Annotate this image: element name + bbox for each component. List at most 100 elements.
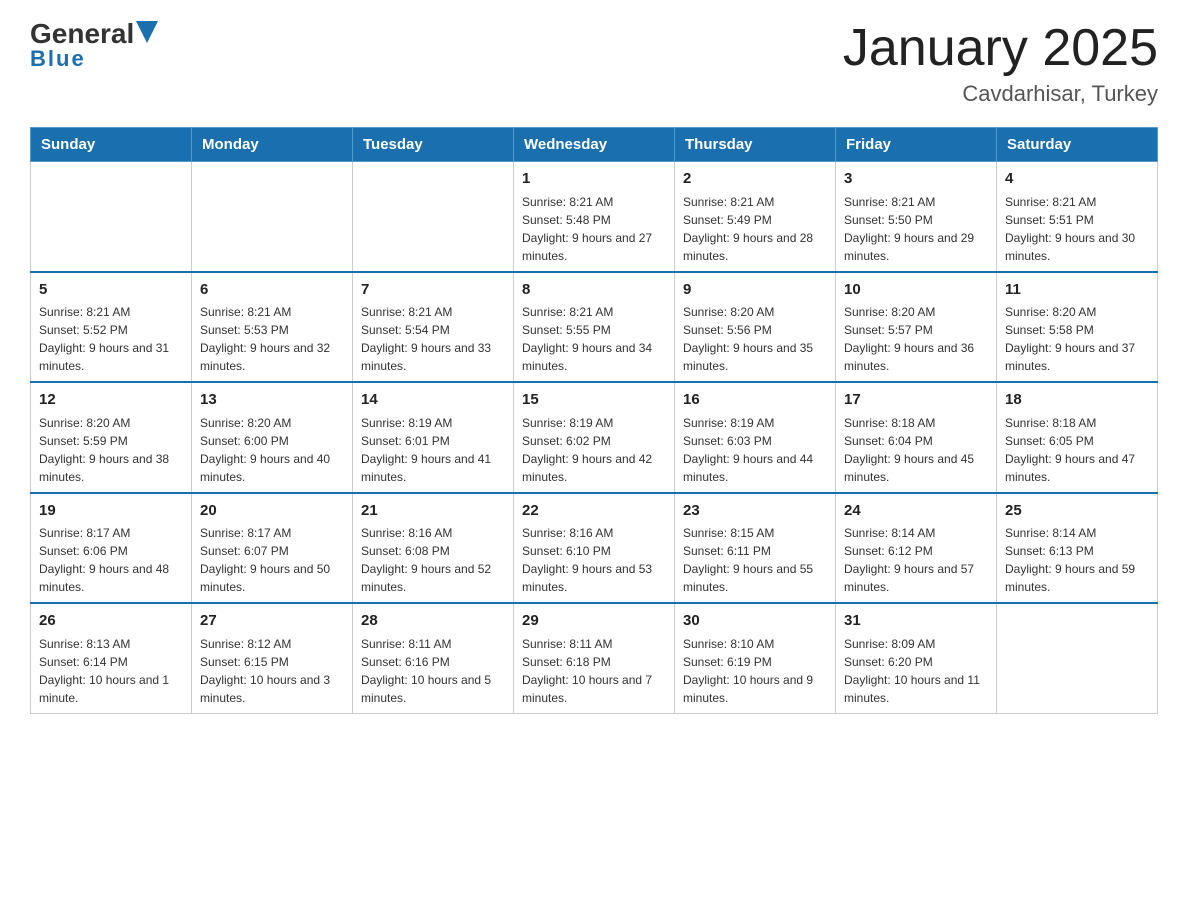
- day-info-line: Sunset: 6:14 PM: [39, 653, 183, 671]
- calendar-day-cell: 18Sunrise: 8:18 AMSunset: 6:05 PMDayligh…: [997, 382, 1158, 493]
- day-info-line: Daylight: 9 hours and 52 minutes.: [361, 560, 505, 596]
- page-title: January 2025: [843, 20, 1158, 77]
- day-info-line: Daylight: 9 hours and 41 minutes.: [361, 450, 505, 486]
- day-number: 17: [844, 389, 988, 412]
- day-info-line: Daylight: 9 hours and 38 minutes.: [39, 450, 183, 486]
- calendar-day-cell: 23Sunrise: 8:15 AMSunset: 6:11 PMDayligh…: [675, 493, 836, 604]
- day-number: 19: [39, 500, 183, 523]
- day-number: 8: [522, 279, 666, 302]
- day-info-line: Sunset: 6:05 PM: [1005, 432, 1149, 450]
- calendar-day-cell: 26Sunrise: 8:13 AMSunset: 6:14 PMDayligh…: [31, 603, 192, 713]
- day-info-line: Daylight: 10 hours and 11 minutes.: [844, 671, 988, 707]
- day-number: 5: [39, 279, 183, 302]
- calendar-col-header: Sunday: [31, 128, 192, 162]
- day-info-line: Sunrise: 8:11 AM: [522, 635, 666, 653]
- logo-general-text: General: [30, 20, 134, 48]
- day-info-line: Sunset: 6:03 PM: [683, 432, 827, 450]
- day-info-line: Daylight: 9 hours and 31 minutes.: [39, 339, 183, 375]
- calendar-week-row: 26Sunrise: 8:13 AMSunset: 6:14 PMDayligh…: [31, 603, 1158, 713]
- day-info-line: Sunrise: 8:17 AM: [39, 524, 183, 542]
- day-info-line: Sunrise: 8:21 AM: [200, 303, 344, 321]
- day-info-line: Daylight: 9 hours and 29 minutes.: [844, 229, 988, 265]
- logo: General Blue: [30, 20, 158, 72]
- day-info-line: Sunrise: 8:21 AM: [683, 193, 827, 211]
- day-number: 3: [844, 168, 988, 191]
- calendar-day-cell: 17Sunrise: 8:18 AMSunset: 6:04 PMDayligh…: [836, 382, 997, 493]
- day-number: 1: [522, 168, 666, 191]
- day-info-line: Sunset: 5:49 PM: [683, 211, 827, 229]
- day-info-line: Sunset: 5:56 PM: [683, 321, 827, 339]
- calendar-day-cell: 24Sunrise: 8:14 AMSunset: 6:12 PMDayligh…: [836, 493, 997, 604]
- calendar-day-cell: 21Sunrise: 8:16 AMSunset: 6:08 PMDayligh…: [353, 493, 514, 604]
- day-info-line: Sunrise: 8:21 AM: [361, 303, 505, 321]
- day-info-line: Sunrise: 8:19 AM: [522, 414, 666, 432]
- day-info-line: Sunset: 6:08 PM: [361, 542, 505, 560]
- day-info-line: Sunrise: 8:19 AM: [361, 414, 505, 432]
- calendar-day-cell: 7Sunrise: 8:21 AMSunset: 5:54 PMDaylight…: [353, 272, 514, 383]
- day-number: 25: [1005, 500, 1149, 523]
- day-info-line: Daylight: 9 hours and 50 minutes.: [200, 560, 344, 596]
- day-info-line: Daylight: 9 hours and 55 minutes.: [683, 560, 827, 596]
- day-info-line: Sunset: 6:11 PM: [683, 542, 827, 560]
- day-number: 6: [200, 279, 344, 302]
- day-number: 7: [361, 279, 505, 302]
- calendar-day-cell: 10Sunrise: 8:20 AMSunset: 5:57 PMDayligh…: [836, 272, 997, 383]
- calendar-day-cell: 3Sunrise: 8:21 AMSunset: 5:50 PMDaylight…: [836, 162, 997, 272]
- day-number: 26: [39, 610, 183, 633]
- calendar-day-cell: 31Sunrise: 8:09 AMSunset: 6:20 PMDayligh…: [836, 603, 997, 713]
- day-info-line: Sunset: 5:53 PM: [200, 321, 344, 339]
- day-info-line: Daylight: 9 hours and 40 minutes.: [200, 450, 344, 486]
- calendar-day-cell: 9Sunrise: 8:20 AMSunset: 5:56 PMDaylight…: [675, 272, 836, 383]
- day-info-line: Sunset: 5:55 PM: [522, 321, 666, 339]
- calendar-day-cell: 27Sunrise: 8:12 AMSunset: 6:15 PMDayligh…: [192, 603, 353, 713]
- day-info-line: Sunrise: 8:19 AM: [683, 414, 827, 432]
- day-number: 29: [522, 610, 666, 633]
- calendar-day-cell: 15Sunrise: 8:19 AMSunset: 6:02 PMDayligh…: [514, 382, 675, 493]
- day-info-line: Sunset: 5:58 PM: [1005, 321, 1149, 339]
- day-number: 13: [200, 389, 344, 412]
- day-info-line: Sunrise: 8:18 AM: [844, 414, 988, 432]
- day-info-line: Sunrise: 8:20 AM: [683, 303, 827, 321]
- day-info-line: Daylight: 9 hours and 59 minutes.: [1005, 560, 1149, 596]
- day-number: 2: [683, 168, 827, 191]
- day-info-line: Sunset: 6:13 PM: [1005, 542, 1149, 560]
- day-number: 11: [1005, 279, 1149, 302]
- day-info-line: Daylight: 9 hours and 42 minutes.: [522, 450, 666, 486]
- calendar-day-cell: 16Sunrise: 8:19 AMSunset: 6:03 PMDayligh…: [675, 382, 836, 493]
- calendar-day-cell: 4Sunrise: 8:21 AMSunset: 5:51 PMDaylight…: [997, 162, 1158, 272]
- day-info-line: Daylight: 9 hours and 30 minutes.: [1005, 229, 1149, 265]
- day-info-line: Sunset: 6:01 PM: [361, 432, 505, 450]
- calendar-day-cell: 29Sunrise: 8:11 AMSunset: 6:18 PMDayligh…: [514, 603, 675, 713]
- day-info-line: Sunset: 6:00 PM: [200, 432, 344, 450]
- calendar-day-cell: 13Sunrise: 8:20 AMSunset: 6:00 PMDayligh…: [192, 382, 353, 493]
- day-info-line: Sunset: 5:57 PM: [844, 321, 988, 339]
- day-info-line: Sunset: 6:06 PM: [39, 542, 183, 560]
- day-info-line: Sunrise: 8:14 AM: [844, 524, 988, 542]
- day-number: 21: [361, 500, 505, 523]
- calendar-col-header: Friday: [836, 128, 997, 162]
- day-info-line: Sunrise: 8:20 AM: [39, 414, 183, 432]
- day-info-line: Sunset: 6:04 PM: [844, 432, 988, 450]
- day-info-line: Sunrise: 8:18 AM: [1005, 414, 1149, 432]
- day-info-line: Daylight: 9 hours and 34 minutes.: [522, 339, 666, 375]
- day-number: 20: [200, 500, 344, 523]
- day-info-line: Daylight: 9 hours and 57 minutes.: [844, 560, 988, 596]
- day-number: 28: [361, 610, 505, 633]
- day-number: 30: [683, 610, 827, 633]
- day-info-line: Sunset: 6:10 PM: [522, 542, 666, 560]
- day-info-line: Sunset: 5:51 PM: [1005, 211, 1149, 229]
- day-info-line: Sunset: 6:19 PM: [683, 653, 827, 671]
- day-info-line: Sunrise: 8:20 AM: [844, 303, 988, 321]
- day-info-line: Daylight: 9 hours and 27 minutes.: [522, 229, 666, 265]
- day-info-line: Sunset: 5:59 PM: [39, 432, 183, 450]
- day-info-line: Sunset: 6:12 PM: [844, 542, 988, 560]
- day-info-line: Sunrise: 8:21 AM: [522, 193, 666, 211]
- calendar-day-cell: 28Sunrise: 8:11 AMSunset: 6:16 PMDayligh…: [353, 603, 514, 713]
- day-info-line: Sunrise: 8:16 AM: [361, 524, 505, 542]
- calendar-day-cell: [997, 603, 1158, 713]
- day-info-line: Daylight: 9 hours and 32 minutes.: [200, 339, 344, 375]
- day-info-line: Sunset: 6:16 PM: [361, 653, 505, 671]
- calendar-day-cell: [192, 162, 353, 272]
- day-info-line: Daylight: 9 hours and 33 minutes.: [361, 339, 505, 375]
- day-info-line: Sunrise: 8:14 AM: [1005, 524, 1149, 542]
